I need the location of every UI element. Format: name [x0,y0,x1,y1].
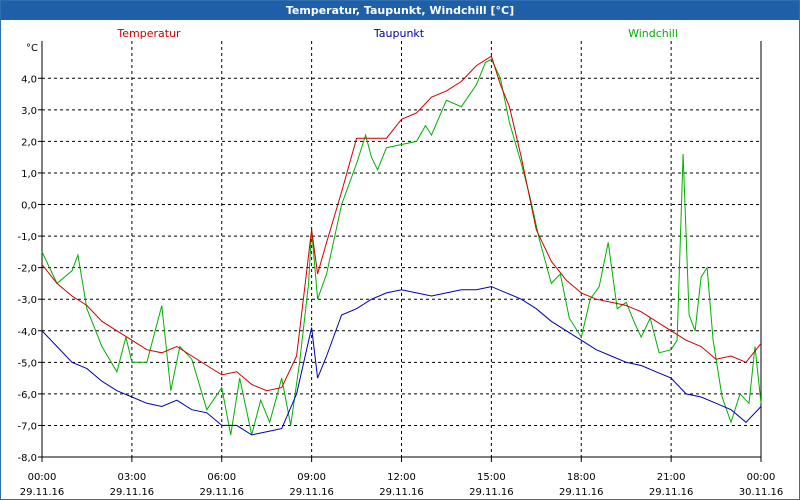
x-tick-date: 29.11.16 [110,487,155,498]
y-tick-label: 1,0 [21,169,37,180]
legend-taupunkt: Taupunkt [373,27,425,40]
y-tick-label: -8,0 [17,453,37,464]
y-tick-label: -2,0 [17,264,37,275]
x-tick-date: 29.11.16 [20,487,65,498]
x-tick-date: 30.11.16 [739,487,784,498]
x-tick-time: 06:00 [207,472,236,483]
legend: Temperatur Taupunkt Windchill [116,27,678,40]
x-tick-date: 29.11.16 [379,487,424,498]
axes [38,41,762,462]
grid [42,41,761,457]
x-tick-date: 29.11.16 [199,487,244,498]
x-tick-time: 21:00 [657,472,686,483]
x-tick-date: 29.11.16 [559,487,604,498]
y-tick-label: -3,0 [17,295,37,306]
y-tick-label: -6,0 [17,390,37,401]
y-tick-label: -4,0 [17,327,37,338]
x-tick-date: 29.11.16 [649,487,694,498]
x-tick-date: 29.11.16 [469,487,514,498]
x-tick-time: 09:00 [297,472,326,483]
y-tick-label: 2,0 [21,137,37,148]
x-tick-time: 03:00 [117,472,146,483]
y-tick-label: -1,0 [17,232,37,243]
y-unit-label: °C [26,43,38,54]
x-tick-time: 00:00 [28,472,57,483]
y-tick-label: 4,0 [21,74,37,85]
x-tick-time: 00:00 [747,472,776,483]
legend-windchill: Windchill [628,27,678,40]
y-tick-label: 3,0 [21,106,37,117]
line-chart: 4,0 3,0 2,0 1,0 0,0 -1,0 -2,0 -3,0 -4,0 -5,0 -6,0 -… [17,27,784,498]
legend-temperatur: Temperatur [116,27,181,40]
x-tick-time: 18:00 [567,472,596,483]
y-tick-label: -5,0 [17,358,37,369]
x-tick-date: 29.11.16 [289,487,334,498]
y-tick-label: 0,0 [21,201,37,212]
y-tick-label: -7,0 [17,421,37,432]
chart-window: Temperatur, Taupunkt, Windchill [°C] 4,0… [0,0,800,500]
x-tick-time: 12:00 [387,472,416,483]
x-tick-time: 15:00 [477,472,506,483]
